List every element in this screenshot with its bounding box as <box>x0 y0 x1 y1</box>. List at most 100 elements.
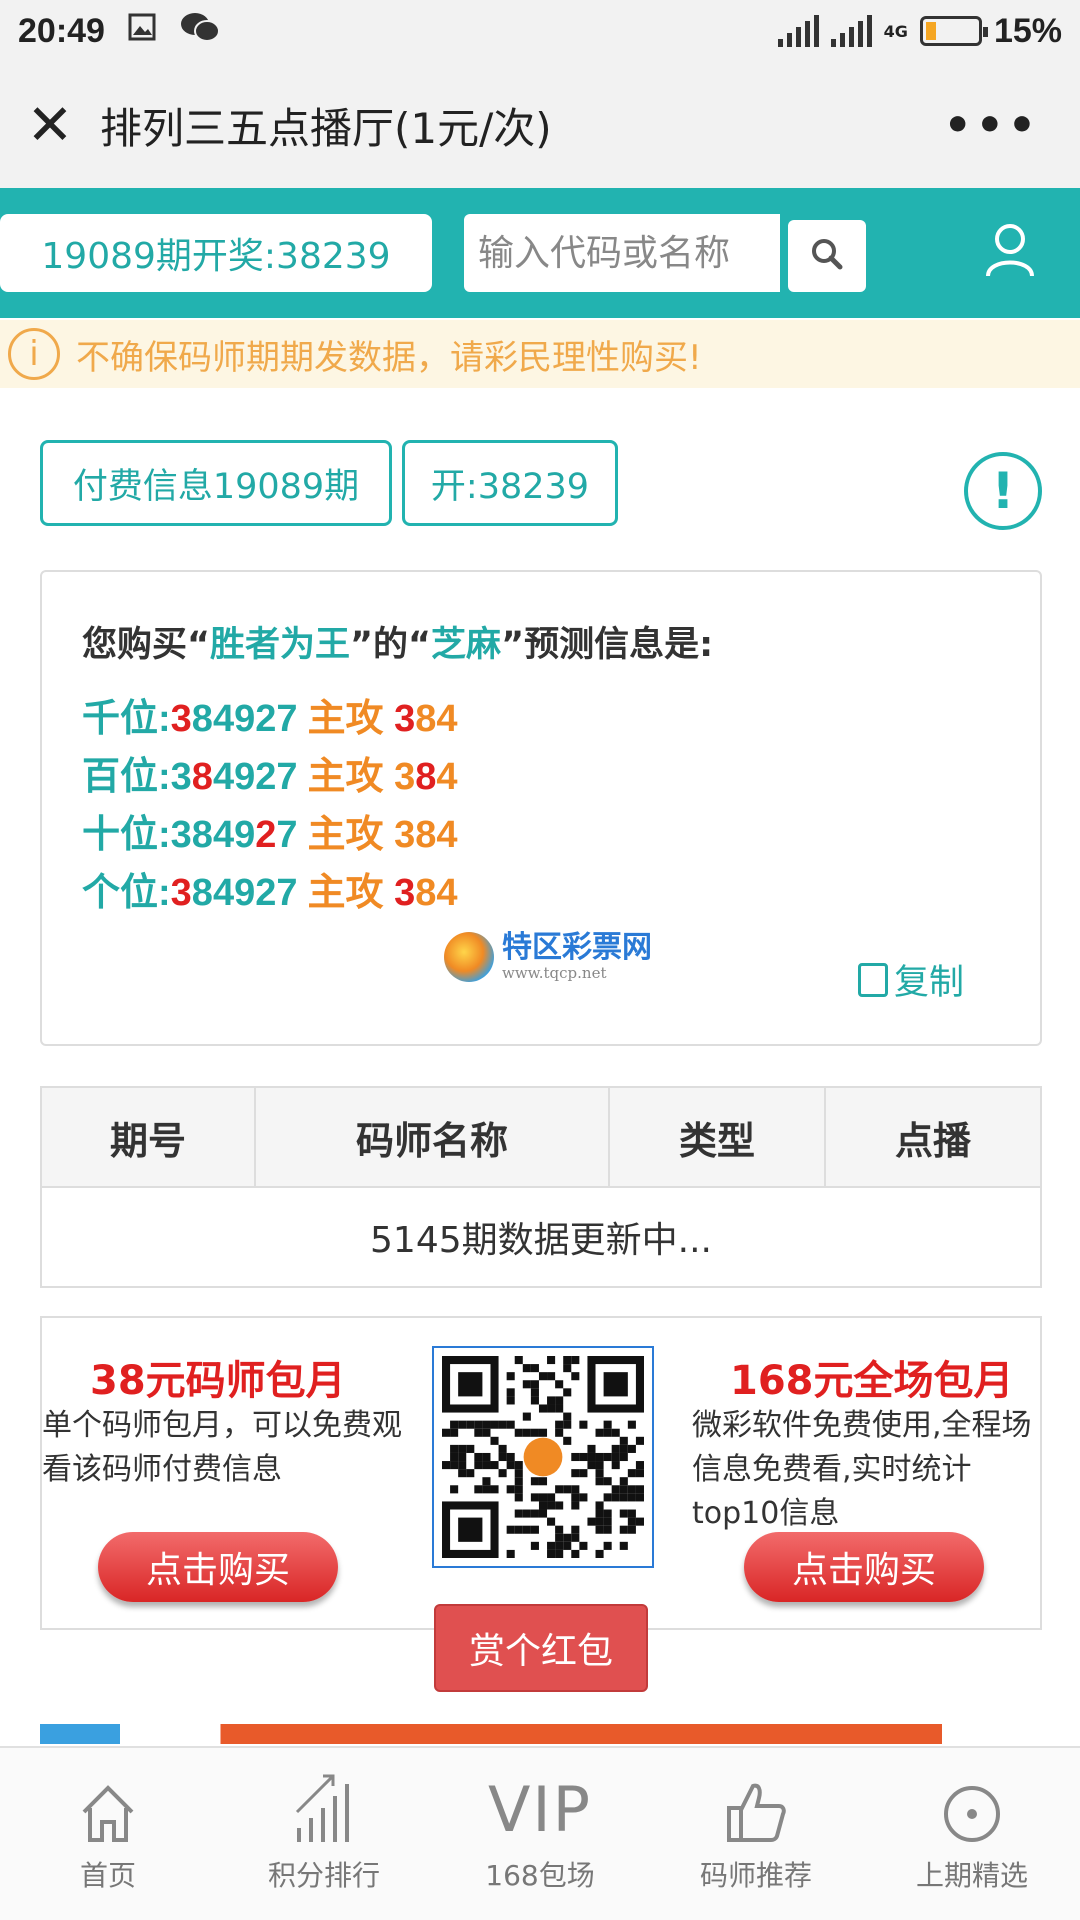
digit-position: 千位: <box>82 698 171 740</box>
digit: 7 <box>276 756 298 798</box>
main-attack: 主攻 384 <box>308 698 458 740</box>
digit: 3 <box>170 698 192 740</box>
qr-code-image <box>442 1356 644 1558</box>
digit: 4 <box>212 698 235 740</box>
candidate-numbers: 384927 <box>171 872 298 914</box>
digit: 8 <box>191 698 213 740</box>
search-icon <box>810 237 844 275</box>
monthly-master-desc: 单个码师包月，可以免费观看该码师付费信息 <box>42 1408 402 1487</box>
nav-vip[interactable]: VIP 168包场 <box>432 1748 648 1920</box>
main-attack-label: 主攻 <box>307 872 395 914</box>
search-button[interactable] <box>788 220 866 292</box>
digit: 2 <box>255 814 277 856</box>
clock: 20:49 <box>18 11 105 50</box>
digit: 3 <box>394 756 416 798</box>
digit: 8 <box>191 756 213 798</box>
close-icon[interactable]: ✕ <box>0 93 100 158</box>
digit: 4 <box>212 814 235 856</box>
status-bar: 20:49 4G 15% <box>0 0 1080 62</box>
info-icon: i <box>8 328 60 380</box>
nav-home-label: 首页 <box>79 1859 136 1892</box>
title-bar: ✕ 排列三五点播厅(1元/次) ••• <box>0 62 1080 188</box>
main-attack: 主攻 384 <box>308 756 458 798</box>
wechat-icon <box>179 10 221 53</box>
table-empty-message: 5145期数据更新中... <box>40 1186 1042 1288</box>
digit: 9 <box>234 872 256 914</box>
candidate-numbers: 384927 <box>171 814 298 856</box>
digit: 8 <box>415 698 437 740</box>
headline-suffix: ”预测信息是: <box>501 625 714 665</box>
buy-master-button[interactable]: 点击购买 <box>98 1532 338 1602</box>
table-header-row: 期号 码师名称 类型 点播 <box>40 1086 1042 1188</box>
user-button[interactable] <box>970 212 1050 292</box>
nav-previous[interactable]: 上期精选 <box>864 1748 1080 1920</box>
prediction-row: 千位:384927 主攻 384 <box>82 690 457 748</box>
nav-recommend-label: 码师推荐 <box>699 1859 812 1892</box>
paid-info-period[interactable]: 付费信息19089期 <box>40 440 392 526</box>
digit: 3 <box>170 872 192 914</box>
headline-mid: ”的“ <box>350 625 432 665</box>
user-icon <box>984 222 1036 282</box>
column-header-master: 码师名称 <box>254 1086 610 1188</box>
search-input[interactable] <box>464 214 780 292</box>
vip-icon-text: VIP <box>487 1773 593 1846</box>
monthly-all-desc: 微彩软件免费使用,全程场信息免费看,实时统计top10信息 <box>692 1408 1032 1531</box>
digit: 8 <box>415 872 437 914</box>
prediction-card: 您购买“胜者为王”的“芝麻”预测信息是: 千位:384927 主攻 384 百位:3… <box>40 570 1042 1046</box>
digit: 3 <box>170 756 192 798</box>
nav-ranking[interactable]: 积分排行 <box>216 1748 432 1920</box>
nav-home[interactable]: 首页 <box>0 1748 216 1920</box>
digit: 7 <box>276 698 298 740</box>
logo-url: www.tqcp.net <box>502 964 607 982</box>
battery-icon <box>919 16 988 46</box>
digit: 4 <box>436 756 458 798</box>
digit: 7 <box>276 814 298 856</box>
main-attack: 主攻 384 <box>308 814 458 856</box>
main-attack-label: 主攻 <box>307 756 395 798</box>
more-menu-icon[interactable]: ••• <box>944 100 1040 151</box>
digit-position: 个位: <box>82 872 171 914</box>
digit: 3 <box>394 814 416 856</box>
reward-button[interactable]: 赏个红包 <box>434 1604 648 1692</box>
image-icon <box>127 11 157 51</box>
data-table: 期号 码师名称 类型 点播 5145期数据更新中... <box>40 1086 1042 1288</box>
logo-name: 特区彩票网 <box>502 930 652 965</box>
nav-recommend[interactable]: 码师推荐 <box>648 1748 864 1920</box>
digit: 2 <box>255 698 277 740</box>
draw-result-badge[interactable]: 19089期开奖:38239 <box>0 214 432 292</box>
digit: 3 <box>170 814 192 856</box>
digit-position: 十位: <box>82 814 171 856</box>
digit: 9 <box>234 698 256 740</box>
column-header-type: 类型 <box>608 1086 826 1188</box>
headline-prefix: 您购买“ <box>82 625 211 665</box>
monthly-all-title: 168元全场包月 <box>730 1358 1014 1404</box>
notice-text: 不确保码师期期发数据，请彩民理性购买! <box>76 337 702 378</box>
digit: 2 <box>255 872 277 914</box>
digit: 8 <box>415 814 437 856</box>
digit: 4 <box>436 814 458 856</box>
prediction-rows: 千位:384927 主攻 384 百位:384927 主攻 384 十位:384927 主… <box>82 690 457 922</box>
digit: 4 <box>212 756 235 798</box>
copy-icon <box>858 962 888 997</box>
signal-4g-icon <box>830 15 872 47</box>
qr-code <box>432 1346 654 1568</box>
copy-button[interactable]: 复制 <box>858 954 964 1005</box>
home-icon <box>78 1764 138 1844</box>
master-name: 胜者为王 <box>210 625 351 665</box>
nav-previous-label: 上期精选 <box>915 1859 1028 1892</box>
digit: 4 <box>212 872 235 914</box>
copy-label: 复制 <box>894 963 965 1003</box>
digit: 8 <box>191 814 213 856</box>
network-type: 4G <box>883 21 908 41</box>
candidate-numbers: 384927 <box>171 756 298 798</box>
promo-banner[interactable] <box>40 1724 1042 1744</box>
digit: 9 <box>234 814 256 856</box>
digit: 4 <box>436 698 458 740</box>
alert-icon[interactable]: ! <box>964 452 1042 530</box>
open-result[interactable]: 开:38239 <box>402 440 618 526</box>
buy-all-button[interactable]: 点击购买 <box>744 1532 984 1602</box>
vip-icon: VIP <box>488 1764 592 1844</box>
prediction-type: 芝麻 <box>431 625 502 665</box>
bottom-nav: 首页 积分排行 VIP 168包场 码师推荐 上期精选 <box>0 1746 1080 1920</box>
signal-icon <box>777 15 819 47</box>
